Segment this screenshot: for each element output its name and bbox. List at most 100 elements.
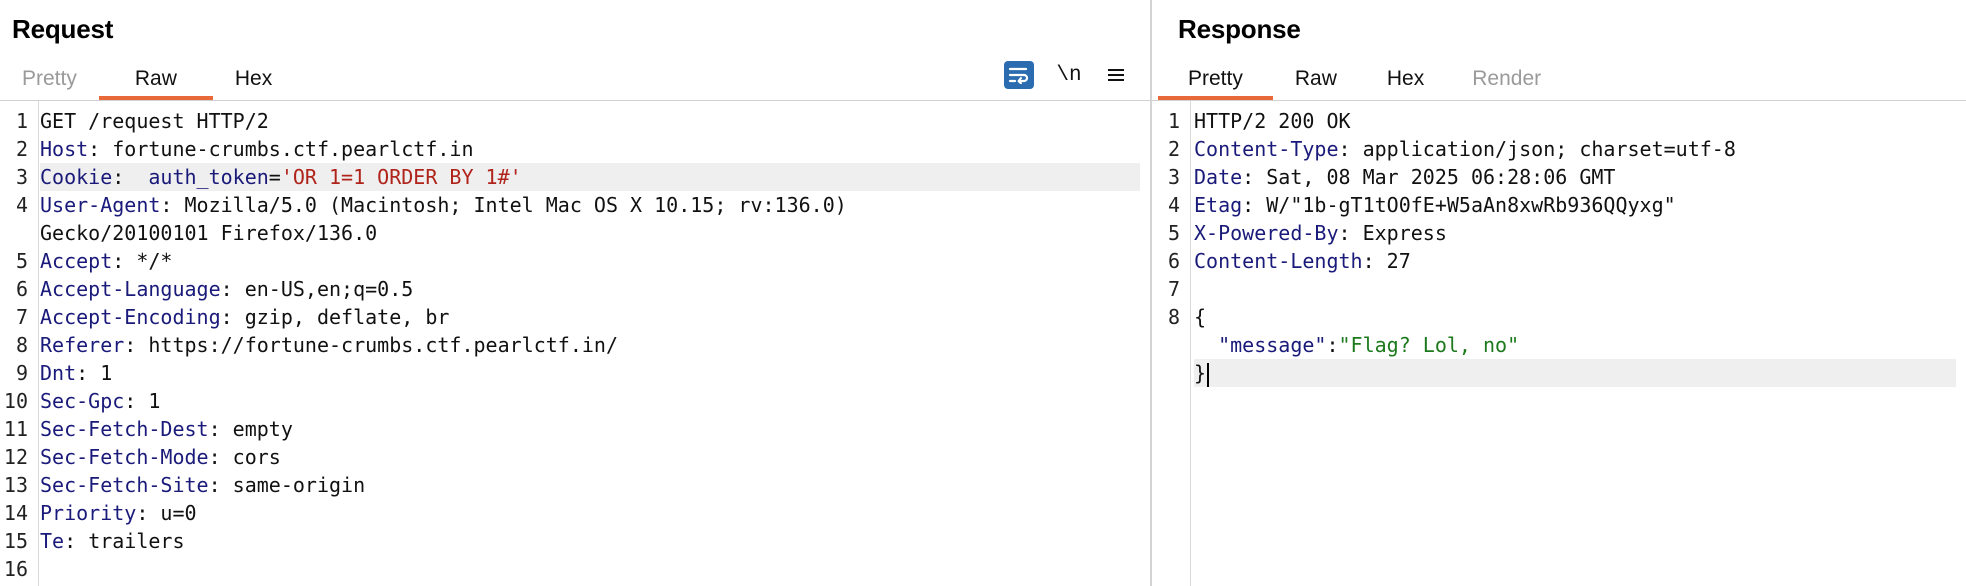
tab-request-hex[interactable]: Hex	[213, 60, 294, 100]
header-value: 1	[100, 361, 113, 385]
request-code-line[interactable]: 16	[0, 555, 1150, 583]
newline-icon[interactable]: \n	[1054, 60, 1084, 90]
request-code-line[interactable]: 10 Sec-Gpc: 1	[0, 387, 1150, 415]
response-code-line[interactable]: 5 X-Powered-By: Express	[1152, 219, 1966, 247]
request-code-line[interactable]: 4 User-Agent: Mozilla/5.0 (Macintosh; Int…	[0, 191, 1150, 219]
header-separator: :	[220, 277, 245, 301]
line-content: X-Powered-By: Express	[1194, 219, 1956, 247]
response-code-line[interactable]: "message":"Flag? Lol, no"	[1152, 331, 1966, 359]
line-content: User-Agent: Mozilla/5.0 (Macintosh; Inte…	[40, 191, 1140, 219]
header-name: Accept-Language	[40, 277, 221, 301]
header-value: GET /request HTTP/2	[40, 109, 269, 133]
tab-request-pretty[interactable]: Pretty	[0, 60, 99, 100]
request-toolbar: \n	[1004, 60, 1128, 90]
request-editor[interactable]: 1 GET /request HTTP/2 2 Host: fortune-crumb…	[0, 101, 1150, 586]
response-code-line[interactable]: }	[1152, 359, 1966, 387]
response-code-line[interactable]: 2 Content-Type: application/json; charset…	[1152, 135, 1966, 163]
line-number: 13	[3, 473, 28, 497]
header-separator: :	[124, 389, 149, 413]
request-code-line[interactable]: 7 Accept-Encoding: gzip, deflate, br	[0, 303, 1150, 331]
line-number: 5	[1167, 221, 1180, 245]
header-separator: :	[136, 501, 161, 525]
line-content: Referer: https://fortune-crumbs.ctf.pear…	[40, 331, 1140, 359]
response-code-line[interactable]: 4 Etag: W/"1b-gT1tO0fE+W5aAn8xwRb936QQyxg…	[1152, 191, 1966, 219]
request-code-line[interactable]: 12 Sec-Fetch-Mode: cors	[0, 443, 1150, 471]
line-number: 4	[1167, 193, 1180, 217]
line-number: 6	[15, 277, 28, 301]
line-content: Content-Length: 27	[1194, 247, 1956, 275]
response-code-line[interactable]: 8{	[1152, 303, 1966, 331]
line-number: 3	[15, 165, 28, 189]
request-code-line[interactable]: 14 Priority: u=0	[0, 499, 1150, 527]
request-tabs: Pretty Raw Hex	[0, 60, 294, 100]
line-number: 6	[1167, 249, 1180, 273]
header-value: u=0	[160, 501, 197, 525]
header-value: HTTP/2 200 OK	[1194, 109, 1351, 133]
response-code-line[interactable]: 1 HTTP/2 200 OK	[1152, 107, 1966, 135]
request-code-line[interactable]: 2 Host: fortune-crumbs.ctf.pearlctf.in	[0, 135, 1150, 163]
header-name: Content-Length	[1194, 249, 1363, 273]
header-name: Accept	[40, 249, 113, 273]
tab-response-raw[interactable]: Raw	[1273, 60, 1359, 100]
line-content: Gecko/20100101 Firefox/136.0	[40, 219, 1140, 247]
request-code-line[interactable]: 6 Accept-Language: en-US,en;q=0.5	[0, 275, 1150, 303]
response-code-line[interactable]: 7	[1152, 275, 1966, 303]
line-content: Etag: W/"1b-gT1tO0fE+W5aAn8xwRb936QQyxg"	[1194, 191, 1956, 219]
tab-response-render[interactable]: Render	[1452, 60, 1561, 100]
header-separator: :	[208, 417, 233, 441]
line-content: {	[1194, 303, 1956, 331]
header-value: {	[1194, 305, 1207, 329]
header-separator: :	[1242, 193, 1267, 217]
line-content: Priority: u=0	[40, 499, 1140, 527]
line-number: 10	[3, 389, 28, 413]
line-number: 7	[1167, 277, 1180, 301]
header-name: Content-Type	[1194, 137, 1339, 161]
wrap-lines-icon[interactable]	[1004, 61, 1034, 89]
header-name: Dnt	[40, 361, 77, 385]
line-content: Te: trailers	[40, 527, 1140, 555]
hamburger-menu-icon[interactable]	[1104, 60, 1128, 90]
header-value: */*	[136, 249, 173, 273]
header-separator: :	[76, 361, 101, 385]
line-number: 14	[3, 501, 28, 525]
header-name: User-Agent	[40, 193, 161, 217]
header-separator: :	[160, 193, 185, 217]
request-code-line[interactable]: 3 Cookie: auth_token='OR 1=1 ORDER BY 1#'	[0, 163, 1150, 191]
header-value: Express	[1362, 221, 1447, 245]
tab-response-pretty[interactable]: Pretty	[1158, 60, 1273, 100]
line-number: 8	[1167, 305, 1180, 329]
request-code-line[interactable]: 1 GET /request HTTP/2	[0, 107, 1150, 135]
request-code-line[interactable]: 13 Sec-Fetch-Site: same-origin	[0, 471, 1150, 499]
line-content: Host: fortune-crumbs.ctf.pearlctf.in	[40, 135, 1140, 163]
header-separator: :	[124, 333, 149, 357]
request-code-line[interactable]: 5 Accept: */*	[0, 247, 1150, 275]
json-colon: :	[1326, 333, 1339, 357]
line-number: 4	[15, 193, 28, 217]
request-code-line[interactable]: 9 Dnt: 1	[0, 359, 1150, 387]
response-code-line[interactable]: 3 Date: Sat, 08 Mar 2025 06:28:06 GMT	[1152, 163, 1966, 191]
header-value: Sat, 08 Mar 2025 06:28:06 GMT	[1266, 165, 1616, 189]
line-number: 8	[15, 333, 28, 357]
header-separator: :	[1338, 137, 1363, 161]
line-number: 3	[1167, 165, 1180, 189]
request-code-line[interactable]: Gecko/20100101 Firefox/136.0	[0, 219, 1150, 247]
header-value: application/json; charset=utf-8	[1362, 137, 1736, 161]
request-code-line[interactable]: 8 Referer: https://fortune-crumbs.ctf.pea…	[0, 331, 1150, 359]
json-key: "message"	[1218, 333, 1327, 357]
line-content: GET /request HTTP/2	[40, 107, 1140, 135]
header-separator: :	[220, 305, 245, 329]
header-value: https://fortune-crumbs.ctf.pearlctf.in/	[148, 333, 618, 357]
header-value: 27	[1386, 249, 1411, 273]
line-content: Accept: */*	[40, 247, 1140, 275]
request-code-line[interactable]: 11 Sec-Fetch-Dest: empty	[0, 415, 1150, 443]
line-number: 5	[15, 249, 28, 273]
request-code-line[interactable]: 15 Te: trailers	[0, 527, 1150, 555]
tab-request-raw[interactable]: Raw	[98, 60, 213, 100]
line-number: 11	[3, 417, 28, 441]
response-editor[interactable]: 1 HTTP/2 200 OK 2 Content-Type: application…	[1152, 101, 1966, 586]
response-code-line[interactable]: 6 Content-Length: 27	[1152, 247, 1966, 275]
header-name: Cookie	[40, 165, 113, 189]
tab-response-hex[interactable]: Hex	[1359, 60, 1452, 100]
line-content: Sec-Gpc: 1	[40, 387, 1140, 415]
newline-label: \n	[1056, 63, 1082, 87]
